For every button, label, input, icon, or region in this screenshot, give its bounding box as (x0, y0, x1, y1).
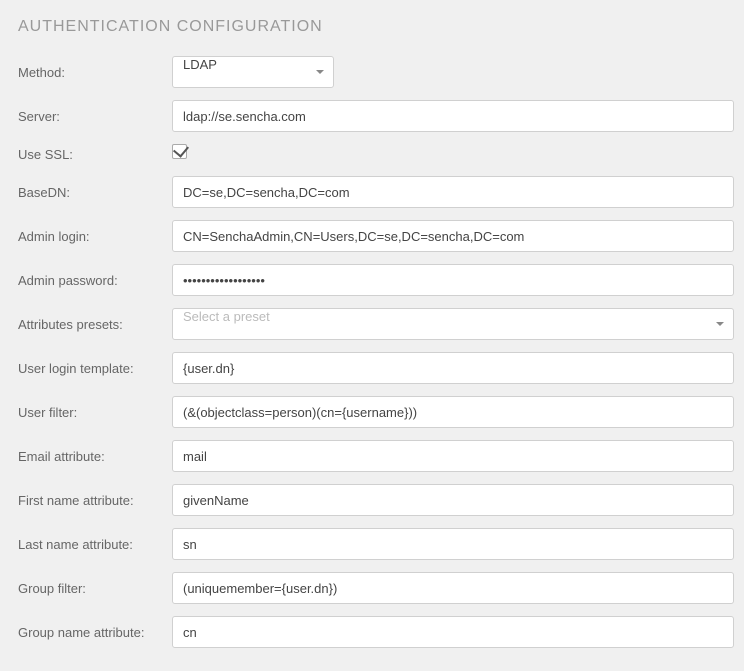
user-login-template-input[interactable] (172, 352, 734, 384)
server-label: Server: (18, 109, 172, 124)
auth-config-panel: AUTHENTICATION CONFIGURATION Method: LDA… (0, 0, 744, 648)
server-row: Server: (18, 100, 744, 132)
base-dn-row: BaseDN: (18, 176, 744, 208)
last-name-attribute-label: Last name attribute: (18, 537, 172, 552)
method-row: Method: LDAP (18, 56, 744, 88)
email-attribute-input[interactable] (172, 440, 734, 472)
admin-password-label: Admin password: (18, 273, 172, 288)
admin-password-row: Admin password: (18, 264, 744, 296)
email-attribute-row: Email attribute: (18, 440, 744, 472)
last-name-attribute-row: Last name attribute: (18, 528, 744, 560)
attributes-presets-row: Attributes presets: Select a preset (18, 308, 744, 340)
group-filter-input[interactable] (172, 572, 734, 604)
method-select-value: LDAP (172, 56, 334, 88)
group-filter-row: Group filter: (18, 572, 744, 604)
first-name-attribute-label: First name attribute: (18, 493, 172, 508)
admin-login-row: Admin login: (18, 220, 744, 252)
base-dn-label: BaseDN: (18, 185, 172, 200)
use-ssl-checkbox[interactable] (172, 144, 187, 159)
email-attribute-label: Email attribute: (18, 449, 172, 464)
method-label: Method: (18, 65, 172, 80)
admin-login-input[interactable] (172, 220, 734, 252)
auth-config-form: Method: LDAP Server: Use SSL: BaseDN: (0, 56, 744, 648)
group-filter-label: Group filter: (18, 581, 172, 596)
base-dn-input[interactable] (172, 176, 734, 208)
group-name-attribute-row: Group name attribute: (18, 616, 744, 648)
group-name-attribute-input[interactable] (172, 616, 734, 648)
user-login-template-label: User login template: (18, 361, 172, 376)
attributes-presets-label: Attributes presets: (18, 317, 172, 332)
use-ssl-row: Use SSL: (18, 144, 744, 164)
attributes-presets-select[interactable]: Select a preset (172, 308, 734, 340)
user-filter-row: User filter: (18, 396, 744, 428)
use-ssl-label: Use SSL: (18, 147, 172, 162)
first-name-attribute-row: First name attribute: (18, 484, 744, 516)
server-input[interactable] (172, 100, 734, 132)
admin-password-input[interactable] (172, 264, 734, 296)
user-filter-input[interactable] (172, 396, 734, 428)
admin-login-label: Admin login: (18, 229, 172, 244)
method-select[interactable]: LDAP (172, 56, 334, 88)
attributes-presets-value: Select a preset (172, 308, 734, 340)
last-name-attribute-input[interactable] (172, 528, 734, 560)
first-name-attribute-input[interactable] (172, 484, 734, 516)
group-name-attribute-label: Group name attribute: (18, 625, 172, 640)
user-login-template-row: User login template: (18, 352, 744, 384)
panel-title: AUTHENTICATION CONFIGURATION (0, 0, 744, 56)
user-filter-label: User filter: (18, 405, 172, 420)
